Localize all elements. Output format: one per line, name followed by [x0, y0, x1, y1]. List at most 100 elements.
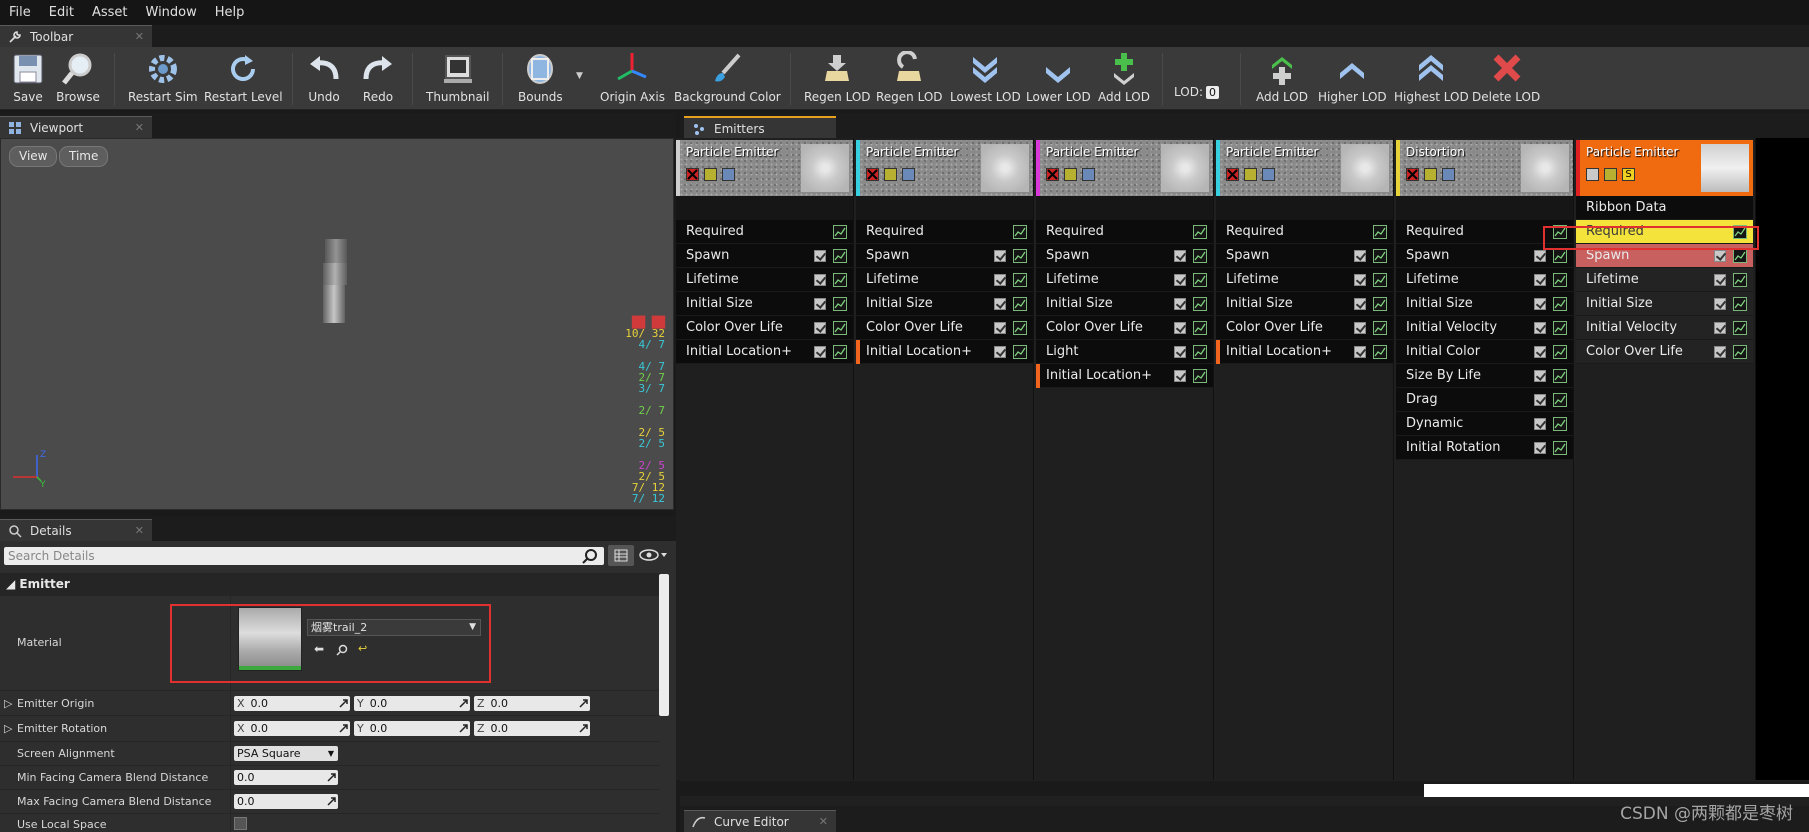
background-color-button[interactable]: Background Color: [674, 50, 781, 108]
module-item[interactable]: Spawn: [1036, 244, 1213, 268]
module-enable-checkbox[interactable]: [1354, 322, 1366, 334]
drag-handle-icon[interactable]: [327, 796, 336, 806]
curve-icon[interactable]: [1733, 297, 1747, 311]
max-facing-field[interactable]: 0.0: [234, 794, 338, 809]
module-enable-checkbox[interactable]: [814, 274, 826, 286]
detail-mode-icon[interactable]: [1082, 168, 1095, 181]
module-enable-checkbox[interactable]: [994, 250, 1006, 262]
curve-icon[interactable]: [1013, 273, 1027, 287]
module-item[interactable]: Initial Location+: [856, 340, 1033, 364]
curve-icon[interactable]: [1193, 345, 1207, 359]
restart-sim-button[interactable]: Restart Sim: [128, 50, 198, 108]
module-item[interactable]: Initial Color: [1396, 340, 1573, 364]
drag-handle-icon[interactable]: [339, 698, 348, 708]
module-enable-checkbox[interactable]: [1174, 298, 1186, 310]
curve-icon[interactable]: [1553, 297, 1567, 311]
min-facing-field[interactable]: 0.0: [234, 770, 338, 785]
module-item[interactable]: Color Over Life: [676, 316, 853, 340]
solo-icon[interactable]: [1424, 168, 1437, 181]
emitter-column[interactable]: Particle Emitter 7 Required Spawn Lifeti…: [1216, 138, 1394, 780]
emitter-header[interactable]: Particle Emitter 7: [1216, 140, 1393, 196]
tab-viewport[interactable]: Viewport ✕: [0, 116, 152, 138]
solo-icon[interactable]: [1604, 168, 1617, 181]
curve-icon[interactable]: [1193, 321, 1207, 335]
curve-icon[interactable]: [1373, 249, 1387, 263]
curve-icon[interactable]: [1553, 417, 1567, 431]
module-enable-checkbox[interactable]: [814, 322, 826, 334]
curve-icon[interactable]: [1013, 297, 1027, 311]
curve-icon[interactable]: [833, 249, 847, 263]
add-lod-button[interactable]: Add LOD: [1098, 50, 1150, 108]
detail-mode-icon[interactable]: [1262, 168, 1275, 181]
module-item[interactable]: Initial Size: [1576, 292, 1753, 316]
view-button[interactable]: View: [9, 146, 58, 167]
module-item[interactable]: Lifetime: [676, 268, 853, 292]
curve-icon[interactable]: [833, 321, 847, 335]
curve-icon[interactable]: [1733, 249, 1747, 263]
curve-icon[interactable]: [1733, 321, 1747, 335]
add-lod-2-button[interactable]: Add LOD: [1256, 50, 1308, 108]
module-item[interactable]: Initial Size: [676, 292, 853, 316]
bounds-dropdown-icon[interactable]: ▼: [576, 71, 583, 81]
module-item[interactable]: Spawn: [676, 244, 853, 268]
emitter-header[interactable]: Distortion 32: [1396, 140, 1573, 196]
module-enable-checkbox[interactable]: [1174, 322, 1186, 334]
emitter-column[interactable]: Particle Emitter 7 Required Spawn Lifeti…: [676, 138, 854, 780]
thumbnail-button[interactable]: Thumbnail: [426, 50, 489, 108]
module-item[interactable]: Drag: [1396, 388, 1573, 412]
lower-lod-button[interactable]: Lower LOD: [1026, 50, 1091, 108]
search-input[interactable]: Search Details: [4, 547, 604, 565]
curve-icon[interactable]: [1733, 273, 1747, 287]
regen-lod-duplicate-button[interactable]: Regen LOD: [876, 50, 943, 108]
search-icon[interactable]: [582, 548, 598, 564]
curve-icon[interactable]: [833, 273, 847, 287]
expand-arrow-icon[interactable]: ▷: [4, 697, 12, 710]
module-item[interactable]: Dynamic: [1396, 412, 1573, 436]
module-enable-checkbox[interactable]: [1534, 370, 1546, 382]
regen-lod-button[interactable]: Regen LOD: [804, 50, 871, 108]
module-item[interactable]: Required: [856, 220, 1033, 244]
tab-details[interactable]: Details ✕: [0, 519, 152, 541]
drag-handle-icon[interactable]: [579, 723, 588, 733]
tab-toolbar[interactable]: Toolbar ✕: [0, 25, 152, 47]
module-enable-checkbox[interactable]: [1174, 250, 1186, 262]
curve-icon[interactable]: [1373, 345, 1387, 359]
module-enable-checkbox[interactable]: [1354, 250, 1366, 262]
curve-icon[interactable]: [1193, 369, 1207, 383]
module-enable-checkbox[interactable]: [1534, 418, 1546, 430]
module-item[interactable]: Initial Size: [1396, 292, 1573, 316]
solo-icon[interactable]: [1244, 168, 1257, 181]
type-data-row[interactable]: Ribbon Data: [1576, 196, 1753, 220]
module-item[interactable]: Color Over Life: [856, 316, 1033, 340]
undo-button[interactable]: Undo: [302, 50, 346, 108]
module-item[interactable]: Initial Size: [1036, 292, 1213, 316]
disable-emitter-icon[interactable]: [1586, 168, 1599, 181]
disable-emitter-icon[interactable]: [686, 168, 699, 181]
module-item[interactable]: Light: [1036, 340, 1213, 364]
curve-icon[interactable]: [1373, 321, 1387, 335]
rotation-x-field[interactable]: X 0.0: [234, 721, 350, 736]
lod-value[interactable]: 0: [1206, 86, 1219, 99]
expand-arrow-icon[interactable]: ▷: [4, 722, 12, 735]
module-enable-checkbox[interactable]: [1714, 250, 1726, 262]
module-item[interactable]: Lifetime: [1576, 268, 1753, 292]
solo-icon[interactable]: [704, 168, 717, 181]
menu-edit[interactable]: Edit: [40, 0, 83, 25]
module-item[interactable]: Initial Rotation: [1396, 436, 1573, 460]
module-enable-checkbox[interactable]: [814, 250, 826, 262]
curve-icon[interactable]: [1193, 273, 1207, 287]
disable-emitter-icon[interactable]: [1046, 168, 1059, 181]
curve-icon[interactable]: [1553, 345, 1567, 359]
close-icon[interactable]: ✕: [135, 520, 144, 542]
module-enable-checkbox[interactable]: [1534, 298, 1546, 310]
module-item[interactable]: Lifetime: [1036, 268, 1213, 292]
redo-button[interactable]: Redo: [356, 50, 400, 108]
curve-icon[interactable]: [1553, 441, 1567, 455]
rotation-y-field[interactable]: Y 0.0: [354, 721, 470, 736]
module-enable-checkbox[interactable]: [1534, 250, 1546, 262]
tab-curve-editor[interactable]: Curve Editor ✕: [684, 810, 836, 832]
disable-emitter-icon[interactable]: [1406, 168, 1419, 181]
detail-mode-badge[interactable]: S: [1622, 168, 1635, 181]
module-enable-checkbox[interactable]: [994, 346, 1006, 358]
curve-icon[interactable]: [1733, 345, 1747, 359]
